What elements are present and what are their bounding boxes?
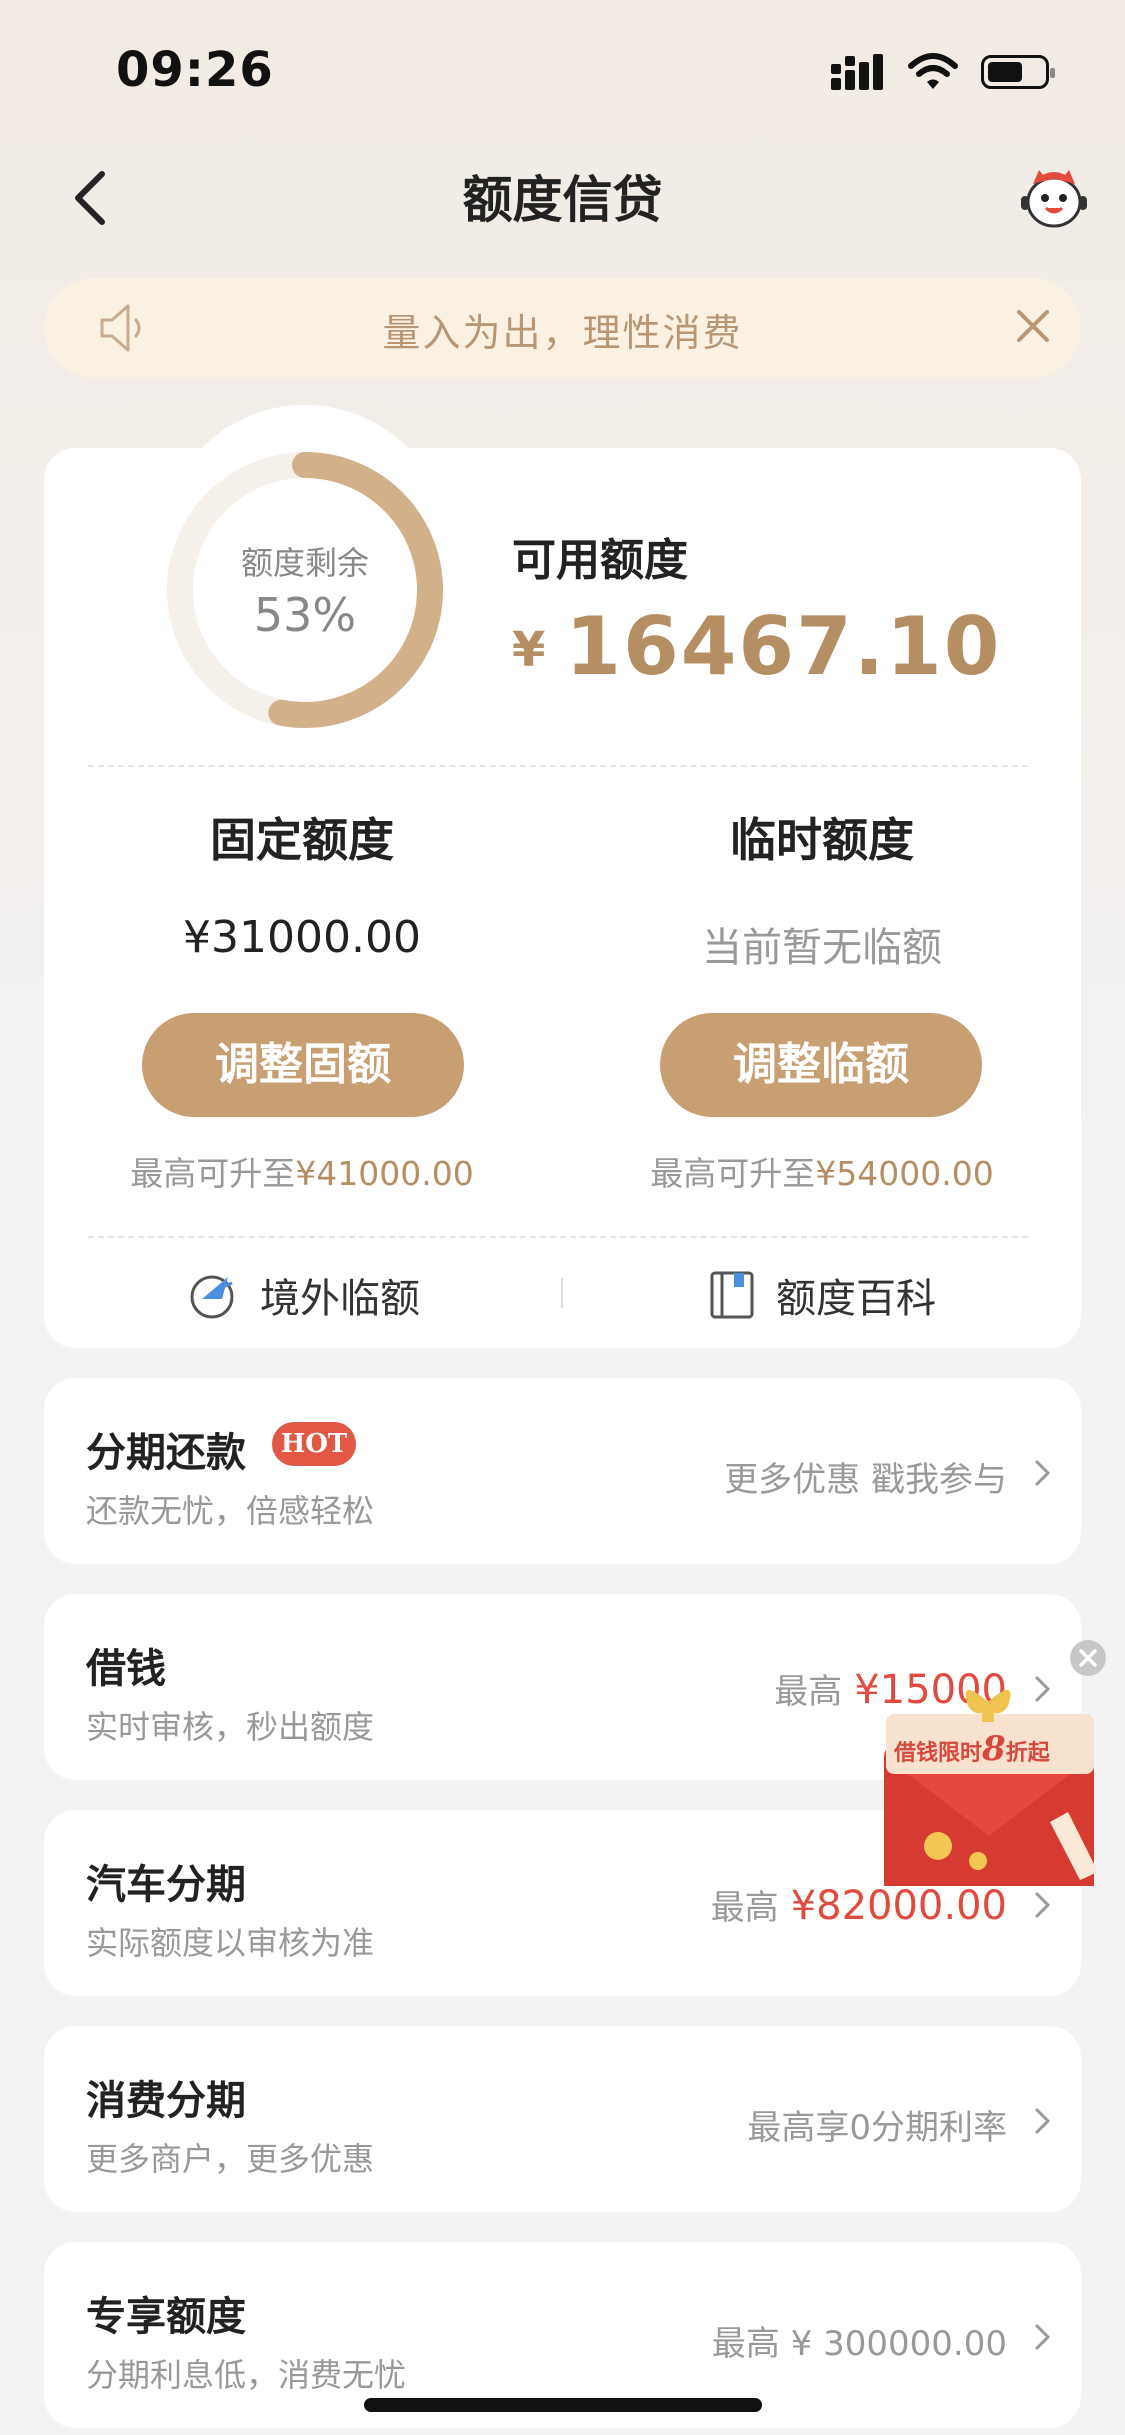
status-icons: [829, 52, 1055, 92]
available-credit-value: ¥16467.10: [512, 600, 1001, 693]
link-separator: [561, 1278, 563, 1308]
divider: [88, 1236, 1028, 1238]
fixed-credit-value: ¥31000.00: [183, 912, 421, 963]
note-prefix: 最高可升至: [650, 1154, 816, 1193]
row-title: 专享额度: [86, 2294, 246, 2340]
chevron-right-icon: [1035, 1460, 1051, 1486]
temp-credit-note: 最高可升至¥54000.00: [592, 1147, 1052, 1195]
available-credit-label: 可用额度: [512, 535, 688, 586]
battery-icon: [981, 55, 1055, 89]
page-title: 额度信贷: [462, 171, 663, 229]
row-right-text: 更多优惠 戳我参与: [724, 1460, 1007, 1500]
ring-percent: 53%: [253, 588, 357, 642]
hot-badge: HOT: [272, 1422, 356, 1466]
chevron-right-icon: [1035, 2108, 1051, 2134]
customer-service-mascot-icon[interactable]: [1019, 166, 1089, 230]
max-label: 最高: [774, 1672, 843, 1712]
divider: [88, 765, 1028, 767]
row-title: 汽车分期: [86, 1862, 246, 1908]
close-promo-icon[interactable]: [1068, 1638, 1108, 1678]
row-title: 借钱: [86, 1646, 166, 1692]
row-subtitle: 更多商户，更多优惠: [86, 2140, 375, 2178]
close-icon[interactable]: [1013, 306, 1053, 346]
overseas-temp-credit-label: 境外临额: [260, 1276, 420, 1322]
ring-label: 额度剩余: [240, 544, 369, 582]
adjust-temp-credit-button[interactable]: 调整临额: [660, 1013, 982, 1117]
promo-text-number: 8: [981, 1729, 1006, 1769]
temp-credit-value: 当前暂无临额: [702, 925, 942, 971]
row-subtitle: 实时审核，秒出额度: [86, 1708, 375, 1746]
currency-symbol: ¥: [512, 622, 548, 678]
chevron-right-icon: [1035, 2324, 1051, 2350]
adjust-fixed-credit-button[interactable]: 调整固额: [142, 1013, 464, 1117]
row-subtitle: 还款无忧，倍感轻松: [86, 1492, 375, 1530]
row-right-text: 最高享0分期利率: [747, 2108, 1007, 2148]
cellular-signal-icon: [831, 54, 883, 90]
row-title: 消费分期: [86, 2078, 246, 2124]
row-title: 分期还款: [86, 1430, 246, 1476]
credit-wiki-label: 额度百科: [776, 1276, 936, 1322]
promo-text-prefix: 借钱限时: [893, 1740, 982, 1766]
promo-text-suffix: 折起: [1006, 1740, 1051, 1766]
notice-text: 量入为出，理性消费: [382, 311, 743, 355]
row-right-text: 最高 ¥ 300000.00: [711, 2324, 1007, 2364]
home-indicator[interactable]: [364, 2398, 762, 2412]
plane-globe-icon: [190, 1275, 234, 1319]
fixed-credit-note: 最高可升至¥41000.00: [72, 1147, 532, 1195]
status-time: 09:26: [116, 42, 274, 98]
wifi-icon: [908, 53, 958, 89]
available-amount: 16467.10: [565, 600, 1002, 693]
row-subtitle: 实际额度以审核为准: [86, 1924, 375, 1962]
row-subtitle: 分期利息低，消费无忧: [86, 2356, 407, 2394]
credit-wiki-link[interactable]: 额度百科: [708, 1266, 936, 1324]
overseas-temp-credit-link[interactable]: 境外临额: [188, 1266, 420, 1324]
book-icon: [710, 1271, 754, 1319]
temp-credit-title: 临时额度: [730, 813, 914, 867]
fixed-credit-title: 固定额度: [210, 813, 394, 867]
max-label: 最高: [710, 1888, 779, 1928]
note-amount: ¥54000.00: [815, 1154, 994, 1193]
note-amount: ¥41000.00: [295, 1154, 474, 1193]
note-prefix: 最高可升至: [130, 1154, 296, 1193]
